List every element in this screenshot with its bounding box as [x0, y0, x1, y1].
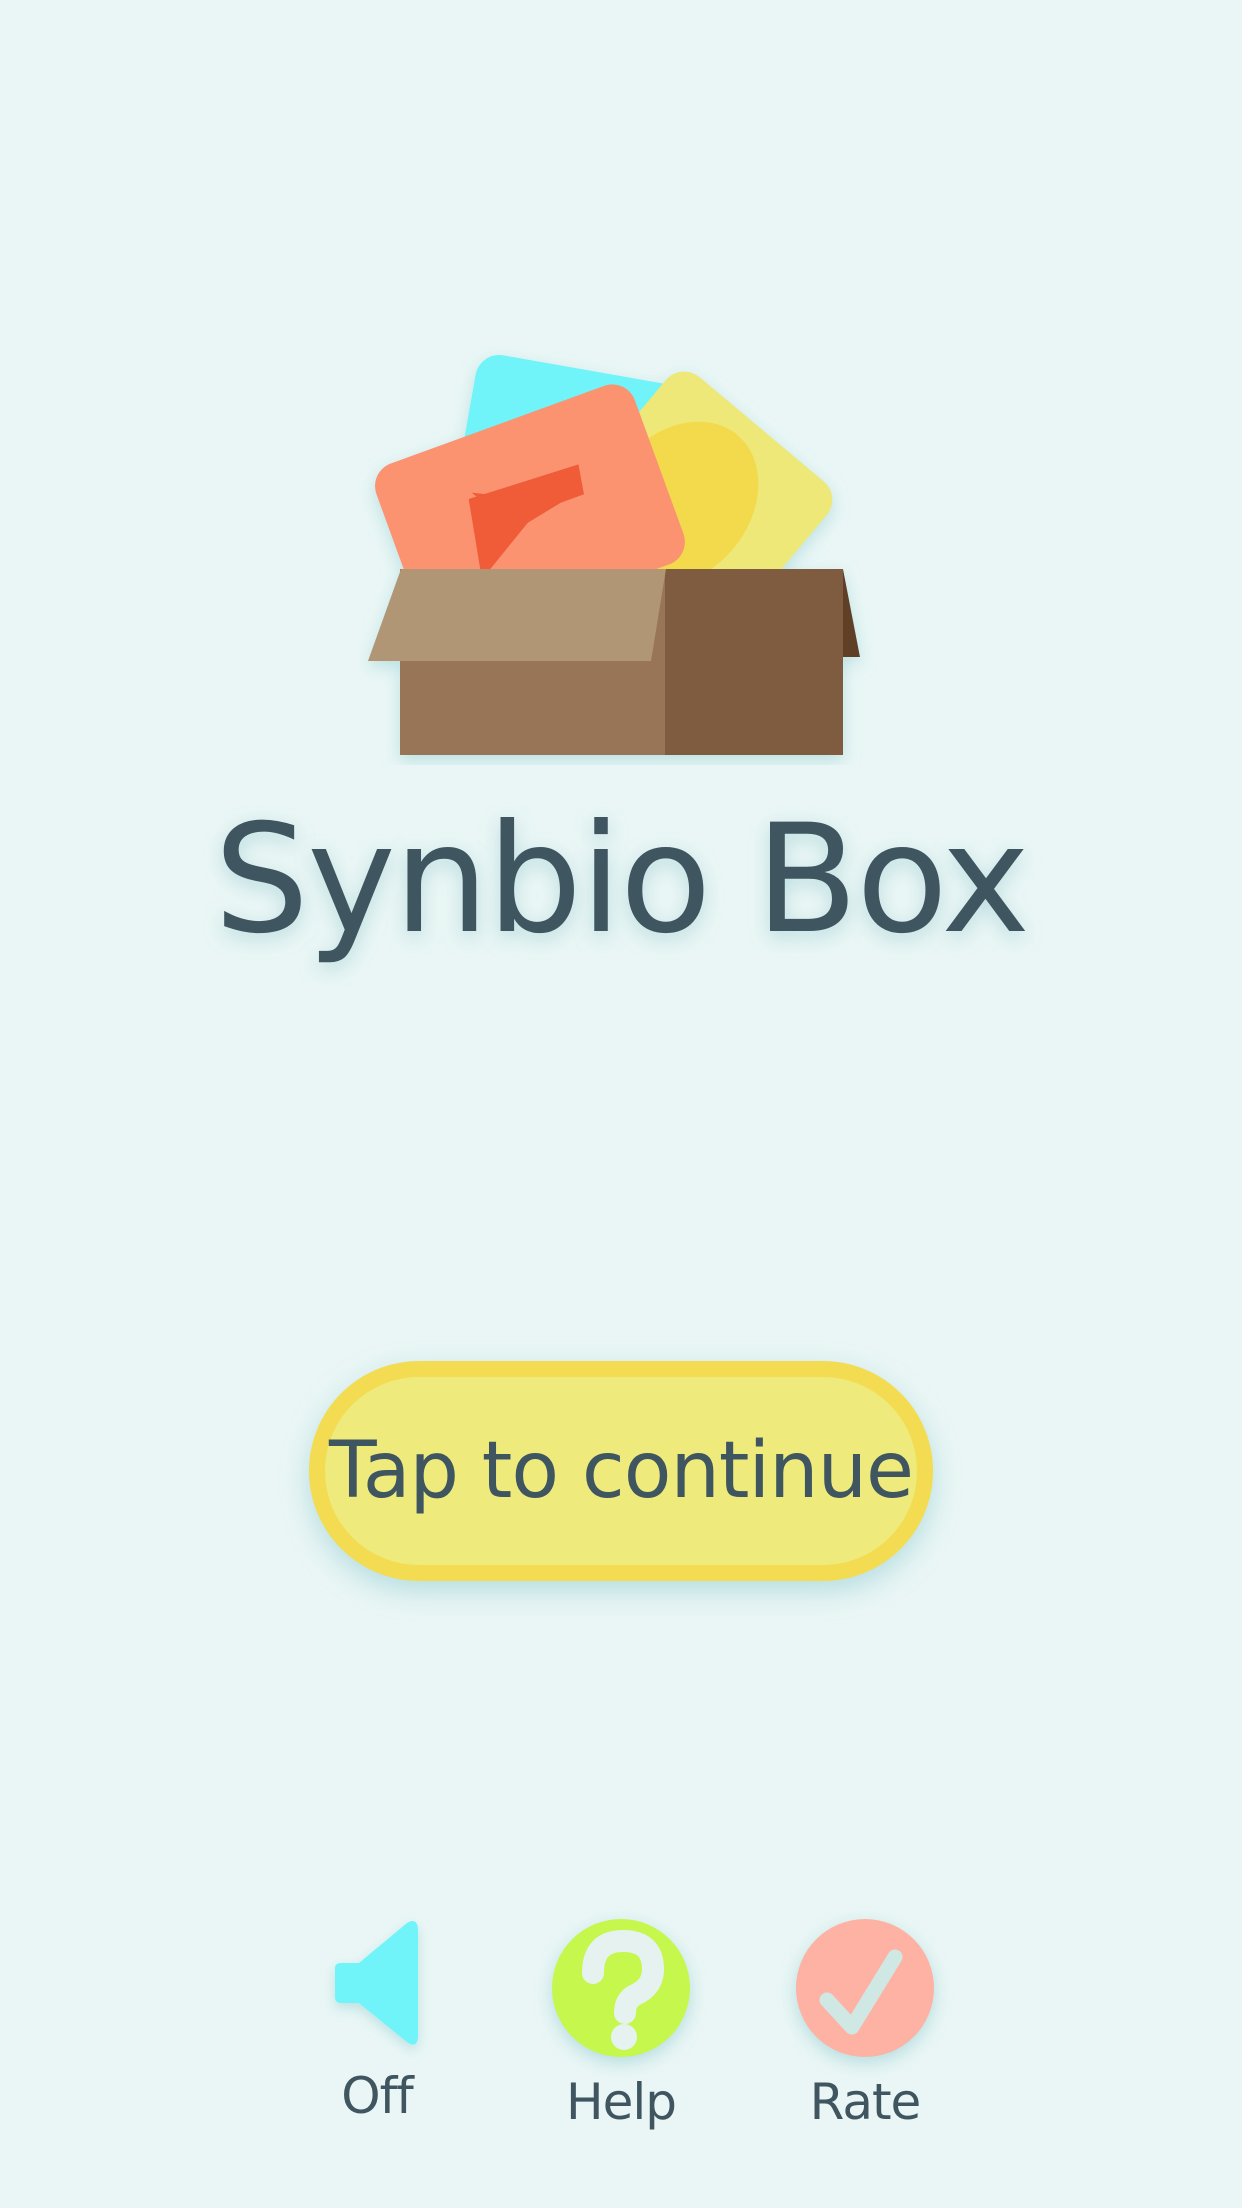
sound-label: Off: [341, 2067, 414, 2125]
app-logo: [360, 345, 880, 765]
question-mark-icon: [582, 1929, 665, 2050]
rate-button[interactable]: Rate: [755, 1915, 975, 2131]
rate-icon-wrap: [755, 1915, 975, 2065]
rate-label: Rate: [809, 2073, 922, 2131]
speaker-icon-wrap: [267, 1915, 487, 2065]
box-logo-icon: [368, 354, 860, 755]
help-button[interactable]: Help: [511, 1915, 731, 2131]
sound-toggle-button[interactable]: Off: [267, 1915, 487, 2125]
app-title: Synbio Box: [213, 793, 1030, 967]
tap-to-continue-button[interactable]: Tap to continue: [309, 1361, 933, 1581]
checkmark-icon: [819, 1949, 903, 2035]
help-label: Help: [566, 2073, 677, 2131]
help-icon-wrap: [511, 1915, 731, 2065]
speaker-icon: [335, 1921, 418, 2045]
